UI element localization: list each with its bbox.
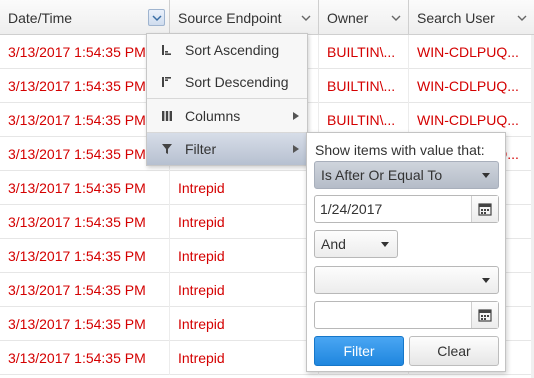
menu-item-label: Sort Ascending [185, 42, 280, 58]
columns-icon [162, 111, 172, 121]
column-header-label: Source Endpoint [178, 10, 282, 26]
filter-date-picker-1[interactable] [314, 195, 499, 223]
submenu-arrow-icon [293, 145, 299, 153]
menu-separator [147, 98, 307, 99]
cell-source-endpoint: Intrepid [170, 273, 319, 307]
cell-datetime: 3/13/2017 1:54:35 PM [0, 137, 170, 171]
cell-search-user: WIN-CDLPUQ... [417, 44, 519, 60]
filter-logic-dropdown[interactable]: And [314, 230, 398, 258]
filter-button[interactable]: Filter [314, 336, 404, 366]
sort-descending-icon [162, 77, 171, 87]
cell-source-endpoint: Intrepid [170, 307, 319, 341]
calendar-icon [478, 203, 492, 216]
column-header-owner[interactable]: Owner [319, 0, 409, 35]
column-header-label: Search User [417, 10, 495, 26]
dropdown-caret-icon [381, 242, 389, 247]
calendar-button[interactable] [471, 196, 498, 222]
grid-header: Date/Time Source Endpoint Owner Search U… [0, 0, 534, 35]
filter-icon [162, 144, 172, 154]
cell-owner: BUILTIN\... [319, 35, 409, 69]
cell-owner: BUILTIN\... [319, 69, 409, 103]
menu-item-label: Sort Descending [185, 74, 289, 90]
cell-source-endpoint: Intrepid [170, 239, 319, 273]
menu-item-sort-ascending[interactable]: Sort Ascending [147, 34, 307, 66]
cell-source-endpoint: Intrepid [170, 171, 319, 205]
filter-caption: Show items with value that: [315, 142, 485, 158]
menu-item-label: Filter [185, 141, 217, 157]
cell-datetime: 3/13/2017 1:54:35 PM [0, 341, 170, 375]
filter-popup: Show items with value that: Is After Or … [306, 132, 506, 372]
calendar-button[interactable] [471, 302, 498, 328]
cell-source-endpoint: Intrepid [170, 341, 319, 375]
sort-ascending-icon [162, 45, 171, 55]
column-header-label: Owner [327, 10, 369, 26]
filter-operator-dropdown-1[interactable]: Is After Or Equal To [314, 161, 499, 189]
clear-button[interactable]: Clear [409, 336, 499, 366]
column-menu: Sort Ascending Sort Descending Columns F… [146, 33, 308, 166]
cell-datetime: 3/13/2017 1:54:35 PM [0, 69, 170, 103]
column-menu-button[interactable] [148, 9, 165, 26]
filter-date-picker-2[interactable] [314, 301, 499, 329]
chevron-down-icon[interactable] [517, 13, 527, 23]
menu-item-label: Columns [185, 108, 241, 124]
menu-item-filter[interactable]: Filter [147, 133, 307, 165]
calendar-icon [478, 309, 492, 322]
cell-datetime: 3/13/2017 1:54:35 PM [0, 273, 170, 307]
menu-item-columns[interactable]: Columns [147, 100, 307, 132]
cell-datetime: 3/13/2017 1:54:35 PM [0, 103, 170, 137]
filter-date-input-2[interactable] [315, 302, 470, 328]
menu-item-sort-descending[interactable]: Sort Descending [147, 66, 307, 98]
chevron-down-icon[interactable] [391, 13, 401, 23]
filter-operator-dropdown-2[interactable] [314, 266, 499, 294]
cell-search-user: WIN-CDLPUQ... [417, 78, 519, 94]
column-header-label: Date/Time [8, 10, 73, 26]
chevron-down-icon [152, 15, 162, 22]
filter-date-input-1[interactable] [315, 196, 470, 222]
cell-datetime: 3/13/2017 1:54:35 PM [0, 35, 170, 69]
cell-datetime: 3/13/2017 1:54:35 PM [0, 239, 170, 273]
dropdown-caret-icon [482, 173, 490, 178]
cell-source-endpoint: Intrepid [170, 205, 319, 239]
cell-datetime: 3/13/2017 1:54:35 PM [0, 171, 170, 205]
cell-datetime: 3/13/2017 1:54:35 PM [0, 205, 170, 239]
dropdown-value: Is After Or Equal To [321, 167, 443, 183]
column-header-datetime[interactable]: Date/Time [0, 0, 170, 35]
dropdown-caret-icon [482, 278, 490, 283]
column-header-source-endpoint[interactable]: Source Endpoint [170, 0, 319, 35]
cell-datetime: 3/13/2017 1:54:35 PM [0, 307, 170, 341]
column-header-search-user[interactable]: Search User [409, 0, 534, 35]
chevron-down-icon[interactable] [301, 13, 311, 23]
submenu-arrow-icon [293, 112, 299, 120]
dropdown-value: And [321, 236, 346, 252]
